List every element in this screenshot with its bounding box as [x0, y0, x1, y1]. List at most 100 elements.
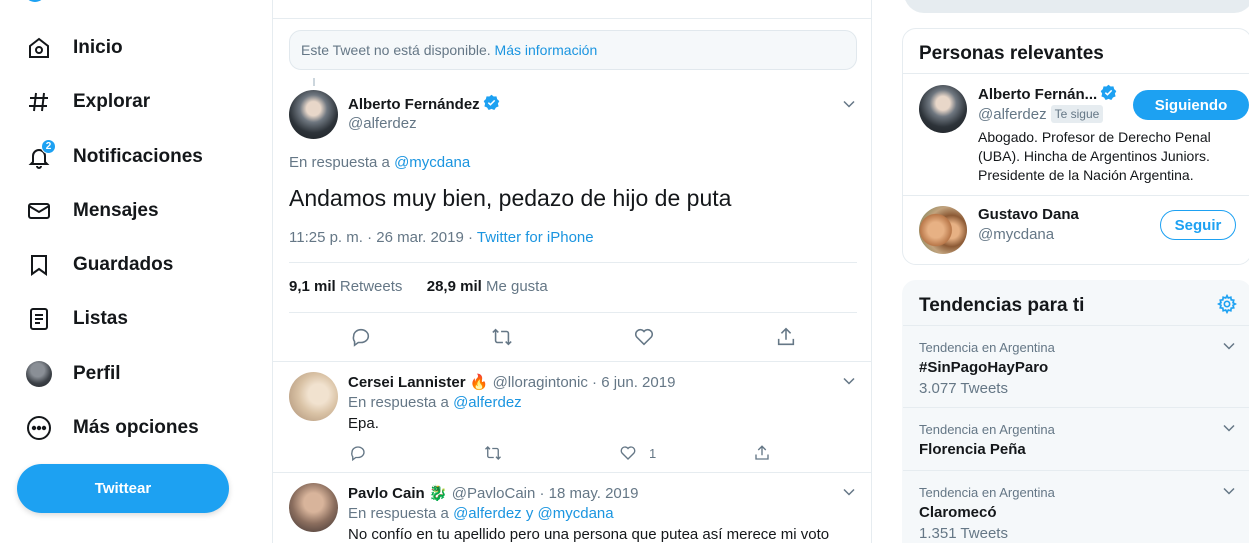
- right-sidebar: Personas relevantes Alberto Fernán... @a…: [902, 0, 1249, 543]
- home-icon: [26, 35, 52, 61]
- author-avatar[interactable]: [289, 483, 338, 532]
- nav-label: Más opciones: [73, 417, 199, 438]
- like-icon[interactable]: [632, 325, 656, 349]
- list-icon: [26, 306, 52, 332]
- trend-context: Tendencia en Argentina: [919, 422, 1055, 437]
- like-icon: [620, 446, 636, 460]
- divider: [289, 312, 857, 313]
- chevron-down-icon[interactable]: [842, 97, 856, 111]
- divider: [289, 262, 857, 263]
- author-handle[interactable]: @lloragintonic: [493, 374, 588, 391]
- share-icon[interactable]: [774, 325, 798, 349]
- person-name[interactable]: Alberto Fernán...: [978, 86, 1097, 103]
- nav-item-explore[interactable]: Explorar: [26, 84, 150, 120]
- trend-context: Tendencia en Argentina: [919, 485, 1055, 500]
- trends-card: Tendencias para ti Tendencia en Argentin…: [902, 280, 1249, 543]
- nav-item-lists[interactable]: Listas: [26, 301, 128, 337]
- search-bar[interactable]: [904, 0, 1249, 13]
- nav-label: Inicio: [73, 37, 123, 58]
- following-button[interactable]: Siguiendo: [1133, 90, 1249, 120]
- retweet-icon[interactable]: [483, 443, 503, 463]
- person-handle-row: @alferdez Te sigue: [978, 105, 1104, 124]
- more-circle-icon: [26, 415, 52, 441]
- retweet-icon[interactable]: [490, 325, 514, 349]
- chevron-down-icon[interactable]: [1222, 421, 1236, 435]
- card-title: Personas relevantes: [919, 43, 1104, 64]
- follow-button[interactable]: Seguir: [1160, 210, 1236, 240]
- tweet-date[interactable]: · 6 jun. 2019: [592, 374, 675, 391]
- reply-to-link[interactable]: @alferdez: [453, 394, 522, 411]
- author-name-row[interactable]: Alberto Fernández: [348, 94, 500, 114]
- reply-to-link[interactable]: @mycdana: [394, 154, 470, 171]
- trend-name: #SinPagoHayParo: [919, 359, 1049, 376]
- reply-context: En respuesta a @alferdez: [348, 394, 522, 411]
- settings-gear-icon[interactable]: [1217, 294, 1237, 314]
- like-button[interactable]: 1: [619, 443, 656, 463]
- chevron-down-icon[interactable]: [1222, 339, 1236, 353]
- person-name[interactable]: Gustavo Dana: [978, 206, 1079, 223]
- divider: [273, 18, 871, 19]
- person-handle[interactable]: @alferdez: [978, 106, 1047, 123]
- tweet-source-link[interactable]: Twitter for iPhone: [477, 229, 594, 246]
- more-info-link[interactable]: Más información: [495, 42, 598, 58]
- verified-badge-icon: [1100, 84, 1117, 100]
- envelope-icon: [26, 198, 52, 224]
- notification-badge: 2: [41, 139, 56, 154]
- reply-to-link[interactable]: @alferdez y @mycdana: [453, 505, 614, 522]
- divider: [903, 325, 1249, 326]
- nav-label: Guardados: [73, 254, 174, 275]
- hashtag-icon: [26, 89, 52, 115]
- nav-item-home[interactable]: Inicio: [26, 30, 123, 66]
- reply-text: No confío en tu apellido pero una person…: [348, 526, 830, 543]
- follows-you-tag: Te sigue: [1050, 105, 1104, 123]
- author-handle[interactable]: @PavloCain: [452, 485, 536, 502]
- nav-item-bookmarks[interactable]: Guardados: [26, 247, 173, 283]
- main-column: Este Tweet no está disponible. Más infor…: [272, 0, 872, 543]
- tweet-stats: 9,1 mil Retweets 28,9 mil Me gusta: [289, 278, 548, 295]
- author-handle[interactable]: @alferdez: [348, 115, 417, 132]
- unavailable-text: Este Tweet no está disponible.: [301, 42, 491, 58]
- nav-label: Perfil: [73, 363, 121, 384]
- tweet-text: Andamos muy bien, pedazo de hijo de puta: [289, 185, 732, 211]
- reply-icon[interactable]: [349, 325, 373, 349]
- twitter-logo-icon[interactable]: [24, 0, 46, 2]
- nav-item-profile[interactable]: Perfil: [26, 356, 121, 392]
- retweets-stat[interactable]: 9,1 mil Retweets: [289, 278, 402, 295]
- chevron-down-icon[interactable]: [1222, 484, 1236, 498]
- tweet-timestamp[interactable]: 11:25 p. m. · 26 mar. 2019 ·: [289, 229, 473, 246]
- divider: [903, 73, 1249, 74]
- dragon-emoji-icon: 🐉: [428, 485, 448, 502]
- profile-avatar: [26, 361, 52, 387]
- author-avatar[interactable]: [289, 372, 338, 421]
- author-name[interactable]: Cersei Lannister: [348, 374, 466, 391]
- trend-name: Claromecó: [919, 504, 997, 521]
- author-name: Alberto Fernández: [348, 96, 480, 113]
- nav-item-more[interactable]: Más opciones: [26, 410, 199, 446]
- trend-context: Tendencia en Argentina: [919, 340, 1055, 355]
- author-name[interactable]: Pavlo Cain: [348, 485, 425, 502]
- likes-stat[interactable]: 28,9 mil Me gusta: [427, 278, 548, 295]
- reply-context: En respuesta a @mycdana: [289, 154, 470, 171]
- thread-line: [313, 78, 315, 86]
- chevron-down-icon[interactable]: [842, 374, 856, 388]
- nav-label: Mensajes: [73, 200, 159, 221]
- share-icon[interactable]: [753, 443, 771, 463]
- nav-item-messages[interactable]: Mensajes: [26, 193, 159, 229]
- left-navigation: Inicio Explorar 2 Notificaciones Mensaje…: [0, 0, 272, 543]
- nav-item-notifications[interactable]: 2 Notificaciones: [26, 139, 203, 175]
- author-avatar[interactable]: [289, 90, 338, 139]
- tweet-button[interactable]: Twittear: [17, 464, 229, 513]
- reply-context: En respuesta a @alferdez y @mycdana: [348, 505, 614, 522]
- nav-label: Listas: [73, 308, 128, 329]
- like-count: 1: [649, 445, 657, 461]
- verified-badge-icon: [483, 94, 499, 110]
- chevron-down-icon[interactable]: [842, 485, 856, 499]
- twitter-page: Inicio Explorar 2 Notificaciones Mensaje…: [0, 0, 1249, 543]
- fire-emoji-icon: 🔥: [469, 374, 489, 391]
- person-avatar[interactable]: [919, 85, 967, 133]
- person-handle[interactable]: @mycdana: [978, 226, 1054, 243]
- person-avatar[interactable]: [919, 206, 967, 254]
- tweet-date[interactable]: · 18 may. 2019: [540, 485, 639, 502]
- person-name-row: Alberto Fernán...: [978, 84, 1117, 104]
- reply-icon[interactable]: [349, 443, 367, 463]
